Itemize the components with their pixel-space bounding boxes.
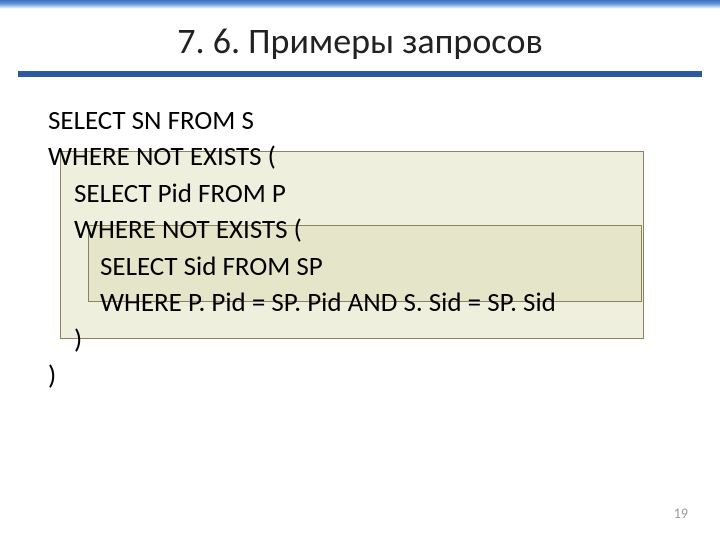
kw-select: SELECT bbox=[74, 177, 158, 210]
code-line-7: ) bbox=[48, 322, 680, 358]
code-line-3: SELECT Pid FROM P bbox=[48, 176, 680, 212]
paren-close-1: ) bbox=[74, 323, 82, 356]
paren-open-2: ( bbox=[294, 213, 302, 246]
code-line-8: ) bbox=[48, 358, 680, 394]
code-line-5: SELECT Sid FROM SP bbox=[48, 249, 680, 285]
code-line-6: WHERE P. Pid = SP. Pid AND S. Sid = SP. … bbox=[48, 285, 680, 321]
gradient-bar bbox=[0, 0, 720, 9]
code-block: SELECT SN FROM S WHERE NOT EXISTS ( SELE… bbox=[0, 77, 720, 395]
kw-and: AND bbox=[348, 286, 404, 319]
kw-where-not-exists: WHERE NOT EXISTS bbox=[74, 213, 294, 246]
kw-from: FROM bbox=[223, 250, 297, 283]
slide-title: 7. 6. Примеры запросов bbox=[0, 9, 720, 71]
code-line-1: SELECT SN FROM S bbox=[48, 103, 680, 139]
tbl-p: P bbox=[272, 177, 286, 210]
col-sid: Sid bbox=[184, 250, 223, 283]
kw-where: WHERE bbox=[100, 286, 188, 319]
paren-open-1: ( bbox=[268, 140, 276, 173]
col-sn: SN bbox=[132, 104, 168, 137]
slide-header: 7. 6. Примеры запросов bbox=[0, 0, 720, 77]
tbl-s: S bbox=[241, 104, 253, 137]
code-line-4: WHERE NOT EXISTS ( bbox=[48, 212, 680, 248]
kw-where-not-exists: WHERE NOT EXISTS bbox=[48, 140, 268, 173]
kw-from: FROM bbox=[168, 104, 242, 137]
code-line-2: WHERE NOT EXISTS ( bbox=[48, 139, 680, 175]
col-pid: Pid bbox=[158, 177, 198, 210]
paren-close-2: ) bbox=[48, 359, 56, 392]
tbl-sp: SP bbox=[296, 250, 322, 283]
page-number: 19 bbox=[674, 505, 688, 522]
kw-select: SELECT bbox=[48, 104, 132, 137]
kw-from: FROM bbox=[198, 177, 272, 210]
cond-1: P. Pid = SP. Pid bbox=[188, 286, 348, 319]
cond-2: S. Sid = SP. Sid bbox=[403, 286, 555, 319]
kw-select: SELECT bbox=[100, 250, 184, 283]
